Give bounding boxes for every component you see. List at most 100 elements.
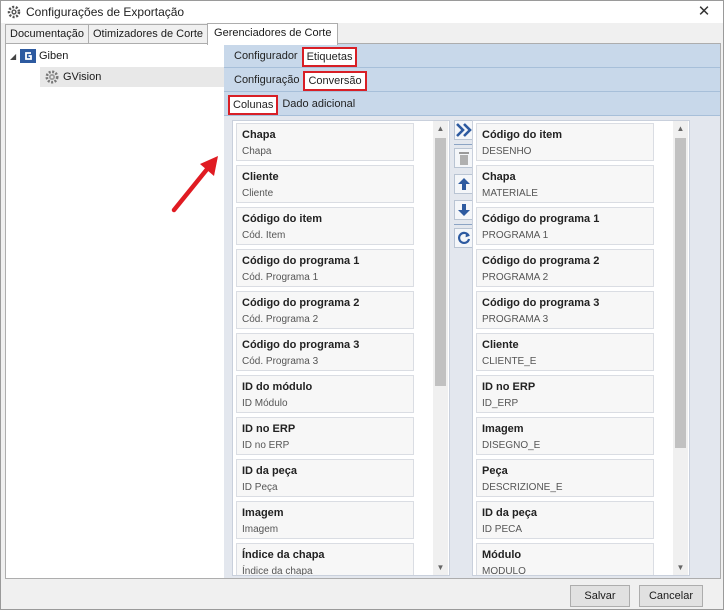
list-item[interactable]: Cliente CLIENTE_E (476, 333, 654, 371)
column-alias: Chapa (242, 146, 272, 157)
column-name: Índice da chapa (242, 549, 325, 561)
vertical-scrollbar[interactable]: ▲ ▼ (673, 121, 688, 575)
column-alias: ID PECA (482, 524, 523, 535)
tab-gerenciadores-de-corte[interactable]: Gerenciadores de Corte (207, 23, 339, 45)
tree-node-gvision[interactable]: GVision (44, 68, 101, 86)
list-item[interactable]: Código do programa 1 Cód. Programa 1 (236, 249, 414, 287)
double-chevron-right-icon (456, 123, 472, 137)
column-toolbar (454, 120, 474, 260)
column-name: Chapa (242, 129, 276, 141)
tabs-level3: Colunas Dado adicional (224, 92, 720, 116)
tab-configuracao[interactable]: Configuração (230, 71, 303, 91)
list-item[interactable]: Código do programa 2 Cód. Programa 2 (236, 291, 414, 329)
column-alias: Cód. Programa 2 (242, 314, 319, 325)
scroll-up-icon[interactable]: ▲ (433, 121, 448, 136)
gear-icon (45, 70, 59, 84)
column-name: Módulo (482, 549, 522, 561)
column-name: Chapa (482, 171, 516, 183)
remove-column-button[interactable] (454, 148, 474, 168)
list-item[interactable]: Código do programa 3 Cód. Programa 3 (236, 333, 414, 371)
list-item[interactable]: Índice da chapa Índice da chapa (236, 543, 414, 576)
tab-dado-adicional[interactable]: Dado adicional (278, 95, 359, 115)
list-item[interactable]: Chapa Chapa (236, 123, 414, 161)
list-item[interactable]: ID da peça ID Peça (236, 459, 414, 497)
cut-manager-tree: ◢ Giben GVision (6, 44, 226, 578)
cancel-button[interactable]: Cancelar (639, 585, 703, 607)
add-column-button[interactable] (454, 120, 474, 140)
tree-label-giben: Giben (39, 50, 69, 62)
gear-icon (7, 5, 21, 19)
tab-conversao[interactable]: Conversão (303, 71, 367, 91)
list-item[interactable]: Código do programa 1 PROGRAMA 1 (476, 207, 654, 245)
list-item[interactable]: ID da peça ID PECA (476, 501, 654, 539)
selected-columns-list[interactable]: Código do item DESENHO Chapa MATERIALE C… (472, 120, 690, 576)
tab-documentacao[interactable]: Documentação (5, 24, 89, 44)
toolbar-separator (454, 144, 474, 145)
column-alias: MATERIALE (482, 188, 538, 199)
column-name: Imagem (482, 423, 524, 435)
tabs-level1: Configurador Etiquetas (224, 44, 720, 68)
arrow-up-icon (458, 178, 470, 190)
list-item[interactable]: Código do item DESENHO (476, 123, 654, 161)
column-name: Peça (482, 465, 508, 477)
column-alias: PROGRAMA 3 (482, 314, 549, 325)
list-item[interactable]: Código do programa 3 PROGRAMA 3 (476, 291, 654, 329)
close-button[interactable]: ✕ (691, 2, 717, 22)
column-name: ID da peça (482, 507, 538, 519)
list-item[interactable]: ID no ERP ID_ERP (476, 375, 654, 413)
column-alias: Índice da chapa (242, 566, 313, 576)
column-alias: Cliente (242, 188, 274, 199)
columns-editor: Chapa Chapa Cliente Cliente Código do it… (224, 116, 720, 578)
available-columns-list[interactable]: Chapa Chapa Cliente Cliente Código do it… (232, 120, 450, 576)
scrollbar-thumb[interactable] (675, 138, 686, 448)
list-item[interactable]: ID no ERP ID no ERP (236, 417, 414, 455)
column-name: ID do módulo (242, 381, 313, 393)
column-name: Código do programa 2 (242, 297, 360, 309)
column-name: Código do programa 3 (482, 297, 600, 309)
annotation-arrow-icon (171, 156, 218, 213)
list-item[interactable]: Código do item Cód. Item (236, 207, 414, 245)
tree-node-giben[interactable]: ◢ Giben (10, 47, 68, 65)
column-name: Código do programa 1 (482, 213, 600, 225)
scroll-down-icon[interactable]: ▼ (433, 560, 448, 575)
column-name: ID no ERP (482, 381, 536, 393)
column-name: ID no ERP (242, 423, 296, 435)
list-item[interactable]: Peça DESCRIZIONE_E (476, 459, 654, 497)
column-name: Código do item (482, 129, 563, 141)
column-alias: PROGRAMA 2 (482, 272, 549, 283)
move-down-button[interactable] (454, 200, 474, 220)
column-alias: ID Peça (242, 482, 278, 493)
list-item[interactable]: Imagem DISEGNO_E (476, 417, 654, 455)
scroll-down-icon[interactable]: ▼ (673, 560, 688, 575)
column-alias: ID_ERP (482, 398, 519, 409)
column-alias: DISEGNO_E (482, 440, 541, 451)
tab-colunas[interactable]: Colunas (228, 95, 279, 115)
trash-icon (459, 152, 469, 165)
column-alias: MODULO (482, 566, 526, 576)
column-alias: ID no ERP (242, 440, 290, 451)
column-name: Imagem (242, 507, 284, 519)
list-item[interactable]: Módulo MODULO (476, 543, 654, 576)
scrollbar-thumb[interactable] (435, 138, 446, 386)
reset-button[interactable] (454, 228, 474, 248)
column-name: Código do programa 1 (242, 255, 360, 267)
list-item[interactable]: Código do programa 2 PROGRAMA 2 (476, 249, 654, 287)
column-alias: Cód. Programa 1 (242, 272, 319, 283)
tab-content: ◢ Giben GVision Configurador Etiquetas C… (5, 43, 721, 579)
column-name: Código do programa 3 (242, 339, 360, 351)
list-item[interactable]: Chapa MATERIALE (476, 165, 654, 203)
move-up-button[interactable] (454, 174, 474, 194)
scroll-up-icon[interactable]: ▲ (673, 121, 688, 136)
list-item[interactable]: Imagem Imagem (236, 501, 414, 539)
tab-otimizadores-de-corte[interactable]: Otimizadores de Corte (88, 24, 209, 44)
arrow-down-icon (458, 204, 470, 216)
save-button[interactable]: Salvar (570, 585, 630, 607)
vertical-scrollbar[interactable]: ▲ ▼ (433, 121, 448, 575)
toolbar-separator (454, 224, 474, 225)
list-item[interactable]: Cliente Cliente (236, 165, 414, 203)
tab-configurador[interactable]: Configurador (230, 47, 302, 67)
collapse-triangle-icon[interactable]: ◢ (10, 52, 20, 61)
column-alias: DESENHO (482, 146, 532, 157)
list-item[interactable]: ID do módulo ID Módulo (236, 375, 414, 413)
tab-etiquetas[interactable]: Etiquetas (301, 47, 358, 67)
